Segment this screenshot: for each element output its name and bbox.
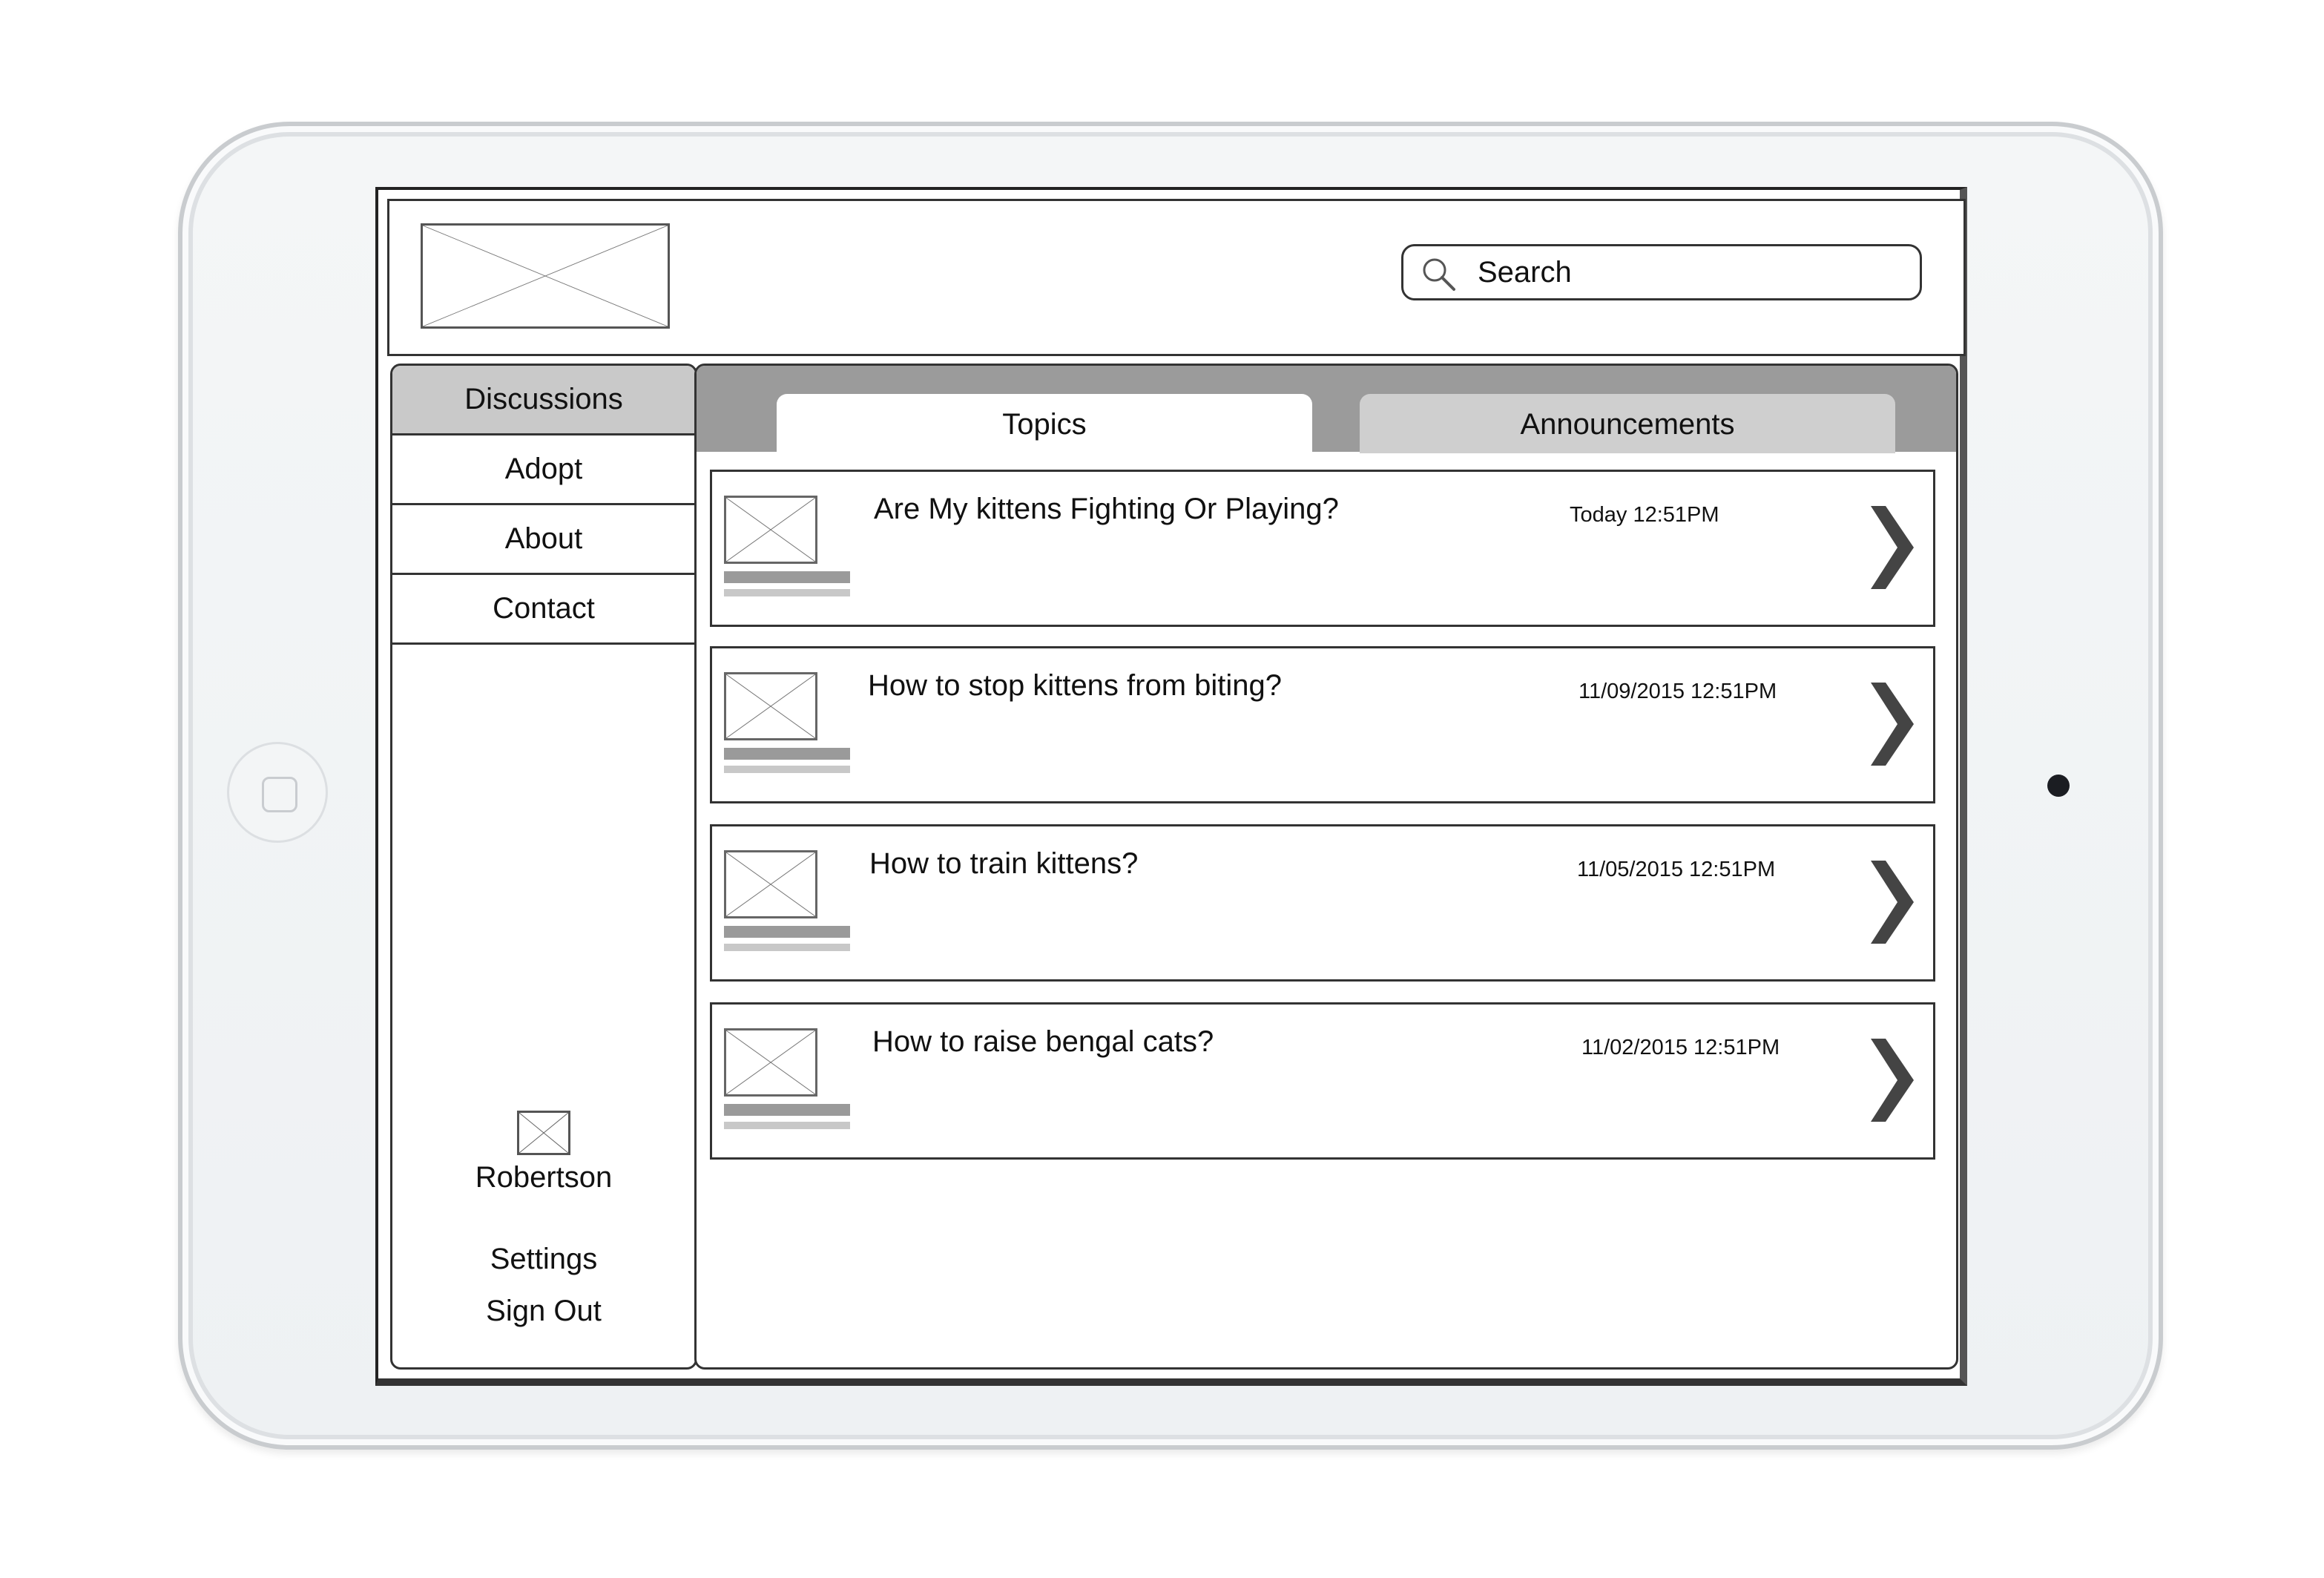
topic-title: Are My kittens Fighting Or Playing? bbox=[874, 493, 1339, 525]
text-line-placeholder bbox=[724, 1104, 850, 1116]
chevron-right-icon[interactable] bbox=[1866, 506, 1914, 589]
sidebar-item-label: About bbox=[504, 522, 583, 555]
topic-date: 11/02/2015 12:51PM bbox=[1581, 1036, 1780, 1059]
search-input[interactable]: Search bbox=[1401, 244, 1922, 300]
topic-title: How to stop kittens from biting? bbox=[868, 669, 1283, 702]
tab-label: Topics bbox=[1002, 408, 1087, 441]
tab-bar: Topics Announcements bbox=[697, 366, 1956, 453]
logo-placeholder-icon[interactable] bbox=[421, 223, 670, 329]
search-placeholder: Search bbox=[1478, 256, 1572, 289]
text-line-placeholder bbox=[724, 748, 850, 760]
chevron-right-icon[interactable] bbox=[1866, 683, 1914, 766]
home-button-square-icon bbox=[262, 777, 297, 812]
topic-date: 11/09/2015 12:51PM bbox=[1579, 680, 1777, 703]
topic-row[interactable]: How to raise bengal cats? 11/02/2015 12:… bbox=[710, 1002, 1935, 1160]
text-line-placeholder bbox=[724, 1122, 850, 1129]
topic-row[interactable]: How to train kittens? 11/05/2015 12:51PM bbox=[710, 824, 1935, 982]
thumbnail-placeholder-icon bbox=[724, 850, 817, 918]
sign-out-link[interactable]: Sign Out bbox=[392, 1295, 695, 1328]
text-line-placeholder bbox=[724, 571, 850, 583]
thumbnail-placeholder-icon bbox=[724, 496, 817, 564]
text-line-placeholder bbox=[724, 926, 850, 938]
thumbnail-placeholder-icon bbox=[724, 1028, 817, 1097]
sidebar-item-label: Contact bbox=[493, 592, 595, 625]
topic-title: How to raise bengal cats? bbox=[872, 1025, 1214, 1058]
topic-row[interactable]: How to stop kittens from biting? 11/09/2… bbox=[710, 646, 1935, 803]
search-icon bbox=[1423, 258, 1455, 291]
sidebar-item-label: Discussions bbox=[464, 383, 623, 415]
sidebar: Discussions Adopt About Contact Robertso… bbox=[390, 364, 697, 1370]
text-line-placeholder bbox=[724, 766, 850, 773]
text-line-placeholder bbox=[724, 589, 850, 596]
screen: Search Discussions Adopt About Contact R… bbox=[375, 187, 1967, 1386]
header: Search bbox=[387, 199, 1966, 356]
home-button[interactable] bbox=[227, 742, 328, 843]
topic-title: How to train kittens? bbox=[869, 847, 1139, 880]
sidebar-item-adopt[interactable]: Adopt bbox=[392, 435, 695, 505]
text-line-placeholder bbox=[724, 944, 850, 951]
topic-row[interactable]: Are My kittens Fighting Or Playing? Toda… bbox=[710, 470, 1935, 627]
tab-announcements[interactable]: Announcements bbox=[1360, 394, 1895, 453]
content-panel: Topics Announcements Are My kittens Figh… bbox=[694, 364, 1958, 1370]
user-name[interactable]: Robertson bbox=[392, 1161, 695, 1194]
topic-date: Today 12:51PM bbox=[1570, 503, 1719, 527]
sidebar-item-contact[interactable]: Contact bbox=[392, 575, 695, 645]
thumbnail-placeholder-icon bbox=[724, 672, 817, 740]
tab-topics[interactable]: Topics bbox=[777, 394, 1312, 453]
avatar-placeholder-icon[interactable] bbox=[517, 1111, 570, 1155]
topic-date: 11/05/2015 12:51PM bbox=[1577, 858, 1776, 881]
sidebar-item-discussions[interactable]: Discussions bbox=[392, 366, 695, 435]
sidebar-item-about[interactable]: About bbox=[392, 505, 695, 575]
chevron-right-icon[interactable] bbox=[1866, 861, 1914, 944]
chevron-right-icon[interactable] bbox=[1866, 1039, 1914, 1122]
tab-label: Announcements bbox=[1520, 408, 1735, 441]
camera-icon bbox=[2047, 775, 2070, 797]
settings-link[interactable]: Settings bbox=[392, 1243, 695, 1276]
sidebar-item-label: Adopt bbox=[504, 453, 583, 485]
